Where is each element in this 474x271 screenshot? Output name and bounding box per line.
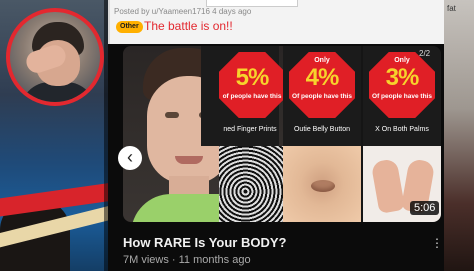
chevron-left-icon: ‹ [127, 147, 133, 167]
stat-caption: X On Both Palms [375, 126, 429, 133]
post-title[interactable]: The battle is on!! [144, 19, 233, 33]
person-mouth [175, 156, 203, 164]
person-eye-left [165, 112, 179, 118]
stat-percent: 4% [305, 64, 340, 91]
fingerprint-image [219, 146, 285, 222]
right-backdrop: fat [444, 0, 474, 271]
gallery-prev-button[interactable]: ‹ [118, 146, 142, 170]
video-thumbnail[interactable]: 5% of people have this ned Finger Prints… [123, 46, 441, 222]
side-tag: fat [447, 4, 456, 13]
more-vertical-icon: ⋮ [431, 236, 443, 250]
stat-sub: of people have this [222, 93, 282, 100]
stat-sub: Of people have this [372, 93, 432, 100]
webcam-overlay [6, 8, 104, 106]
reddit-post: Posted by u/Yaameen1716 4 days ago Other… [108, 0, 444, 271]
video-meta: 7M views · 11 months ago [123, 254, 251, 266]
post-flair[interactable]: Other [116, 21, 143, 33]
stat-only: Only [394, 57, 410, 64]
posted-by[interactable]: Posted by u/Yaameen1716 4 days ago [114, 7, 251, 16]
gallery-page-indicator: 2/2 [419, 49, 431, 58]
more-options-button[interactable]: ⋮ [431, 236, 443, 250]
stat-card-belly-button: Only 4% Of people have this Outie Belly … [283, 46, 361, 146]
stat-only: Only [314, 57, 330, 64]
palm-left [370, 158, 406, 214]
stat-sub: Of people have this [292, 93, 352, 100]
belly-photo [283, 146, 361, 222]
video-title[interactable]: How RARE Is Your BODY? [123, 235, 286, 250]
url-strip [206, 0, 298, 7]
video-duration: 5:06 [410, 201, 440, 215]
stat-card-palms: Only 3% Of people have this X On Both Pa… [363, 46, 441, 146]
navel [311, 180, 335, 192]
stat-caption: Outie Belly Button [293, 126, 351, 133]
stat-card-fingerprints: 5% of people have this ned Finger Prints [201, 46, 285, 146]
stat-caption: ned Finger Prints [223, 126, 277, 133]
post-header: Posted by u/Yaameen1716 4 days ago Other… [108, 0, 444, 44]
stat-percent: 5% [235, 64, 270, 91]
stat-percent: 3% [385, 64, 420, 91]
